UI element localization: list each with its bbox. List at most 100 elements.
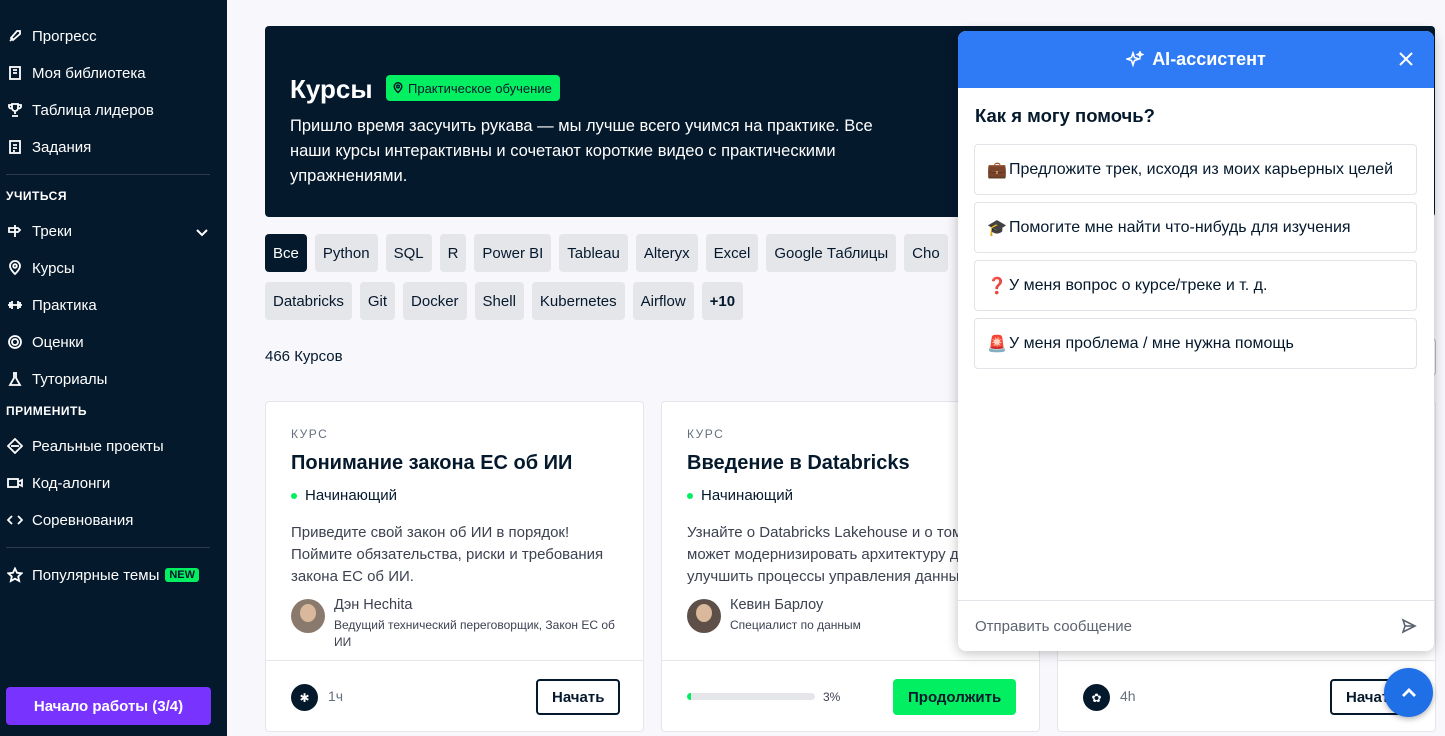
filter-chip[interactable]: Kubernetes bbox=[531, 282, 625, 320]
filter-chip[interactable]: Docker bbox=[403, 282, 467, 320]
sidebar-item-popular-topics[interactable]: Популярные темы NEW bbox=[6, 563, 200, 587]
technology-icon: ✿ bbox=[1083, 684, 1110, 711]
sidebar-item-assignments[interactable]: Задания bbox=[6, 135, 91, 159]
practice-badge: Практическое обучение bbox=[386, 75, 560, 101]
card-title[interactable]: Введение в Databricks bbox=[687, 452, 910, 475]
ai-option-label: Предложите трек, исходя из моих карьерны… bbox=[1009, 160, 1393, 178]
card-duration: 4h bbox=[1120, 688, 1136, 704]
filter-chip[interactable]: Airflow bbox=[632, 282, 694, 320]
sidebar-divider bbox=[6, 547, 210, 548]
close-icon[interactable] bbox=[1398, 51, 1414, 67]
sidebar-item-assessments[interactable]: Оценки bbox=[6, 330, 84, 354]
more-filters-chip[interactable]: +10 bbox=[701, 282, 744, 320]
sidebar-item-leaderboard[interactable]: Таблица лидеров bbox=[6, 98, 154, 122]
sidebar-item-codealongs[interactable]: Код-алонги bbox=[6, 471, 110, 495]
sidebar-item-label: Таблица лидеров bbox=[32, 101, 154, 119]
filter-chip[interactable]: Python bbox=[314, 234, 378, 272]
sidebar-item-label: Моя библиотека bbox=[32, 64, 146, 82]
filter-chip[interactable]: SQL bbox=[385, 234, 432, 272]
ai-assistant-title: AI-ассистент bbox=[1152, 49, 1266, 69]
technology-icon: ✱ bbox=[291, 684, 318, 711]
sidebar-item-label: Практика bbox=[32, 296, 97, 314]
filter-row-1: Все Python SQL R Power BI Tableau Altery… bbox=[265, 234, 948, 272]
filter-chip[interactable]: Git bbox=[359, 282, 396, 320]
chevron-up-icon bbox=[1401, 687, 1416, 697]
sidebar: Прогресс Моя библиотека Таблица лидеров … bbox=[0, 0, 227, 736]
sidebar-item-label: Популярные темы bbox=[32, 566, 160, 584]
card-divider bbox=[662, 660, 1039, 661]
sidebar-item-library[interactable]: Моя библиотека bbox=[6, 61, 146, 85]
filter-chip[interactable]: Excel bbox=[705, 234, 759, 272]
ai-message-input[interactable]: Отправить сообщение bbox=[958, 600, 1434, 651]
graduation-cap-icon: 🎓 bbox=[987, 219, 1007, 237]
level-dot bbox=[687, 492, 693, 499]
card-level: Начинающий bbox=[291, 487, 397, 504]
trophy-icon bbox=[6, 101, 24, 119]
course-card[interactable]: КУРС Понимание закона ЕС об ИИ Начинающи… bbox=[265, 401, 644, 732]
sidebar-item-label: Соревнования bbox=[32, 511, 134, 529]
avatar bbox=[291, 599, 325, 633]
card-divider bbox=[266, 660, 643, 661]
sidebar-item-label: Реальные проекты bbox=[32, 437, 164, 455]
practice-badge-label: Практическое обучение bbox=[408, 80, 552, 96]
continue-course-button[interactable]: Продолжить bbox=[893, 679, 1017, 715]
location-icon bbox=[6, 259, 24, 277]
page-title: Курсы bbox=[290, 74, 373, 104]
filter-chip[interactable]: Tableau bbox=[559, 234, 628, 272]
filter-chip[interactable]: Google Таблицы bbox=[766, 234, 897, 272]
filter-chip[interactable]: Все bbox=[265, 234, 307, 272]
sidebar-item-label: Оценки bbox=[32, 333, 84, 351]
filter-chip[interactable]: Alteryx bbox=[635, 234, 698, 272]
card-kicker: КУРС bbox=[687, 427, 725, 441]
sidebar-item-tracks[interactable]: Треки bbox=[6, 219, 72, 243]
filter-chip[interactable]: Power BI bbox=[474, 234, 552, 272]
video-icon bbox=[6, 474, 24, 492]
filter-chip[interactable]: R bbox=[439, 234, 467, 272]
sidebar-item-progress[interactable]: Прогресс bbox=[6, 24, 97, 48]
sidebar-item-label: Задания bbox=[32, 138, 92, 156]
card-kicker: КУРС bbox=[291, 427, 329, 441]
get-started-button[interactable]: Начало работы (3/4) bbox=[6, 687, 211, 725]
sidebar-item-tutorials[interactable]: Туториалы bbox=[6, 367, 107, 391]
ai-option-career-track[interactable]: 💼 Предложите трек, исходя из моих карьерн… bbox=[974, 144, 1417, 195]
ai-option-problem[interactable]: 🚨 У меня проблема / мне нужна помощь bbox=[974, 318, 1417, 369]
question-mark-icon: ❓ bbox=[987, 277, 1007, 295]
ai-assistant-panel: AI-ассистент Как я могу помочь? 💼 Предлож… bbox=[958, 31, 1434, 651]
ai-question: Как я могу помочь? bbox=[975, 105, 1155, 126]
ai-option-find-learning[interactable]: 🎓 Помогите мне найти что-нибудь для изуче… bbox=[974, 202, 1417, 253]
author-name: Дэн Hechita bbox=[334, 597, 413, 613]
dumbbell-icon bbox=[6, 296, 24, 314]
start-course-button[interactable]: Начать bbox=[536, 679, 621, 715]
chevron-down-icon[interactable] bbox=[194, 224, 210, 240]
results-count: 466 Курсов bbox=[265, 348, 343, 365]
filter-chip[interactable]: Cho bbox=[904, 234, 948, 272]
avatar bbox=[687, 599, 721, 633]
send-icon[interactable] bbox=[1401, 618, 1417, 634]
ai-option-question[interactable]: ❓ У меня вопрос о курсе/треке и т. д. bbox=[974, 260, 1417, 311]
ai-option-label: Помогите мне найти что-нибудь для изучен… bbox=[1009, 218, 1351, 236]
ai-option-label: У меня вопрос о курсе/треке и т. д. bbox=[1009, 276, 1268, 294]
section-label-apply: ПРИМЕНИТЬ bbox=[6, 404, 87, 418]
new-badge: NEW bbox=[165, 568, 200, 582]
filter-chip[interactable]: Shell bbox=[474, 282, 524, 320]
sidebar-item-label: Код-алонги bbox=[32, 474, 111, 492]
card-divider bbox=[1058, 660, 1435, 661]
ai-assistant-header: AI-ассистент bbox=[958, 31, 1434, 88]
sidebar-item-courses[interactable]: Курсы bbox=[6, 256, 75, 280]
card-title[interactable]: Понимание закона ЕС об ИИ bbox=[291, 452, 572, 475]
briefcase-icon: 💼 bbox=[987, 161, 1007, 179]
bookmark-icon bbox=[6, 64, 24, 82]
section-label-learn: УЧИТЬСЯ bbox=[6, 189, 67, 203]
scroll-to-top-button[interactable] bbox=[1384, 668, 1433, 717]
sidebar-item-projects[interactable]: Реальные проекты bbox=[6, 434, 164, 458]
assessment-icon bbox=[6, 333, 24, 351]
sparkle-icon bbox=[1126, 50, 1145, 68]
progress-fill bbox=[687, 693, 691, 700]
filter-row-2: Databricks Git Docker Shell Kubernetes A… bbox=[265, 282, 744, 320]
filter-chips: Все Python SQL R Power BI Tableau Altery… bbox=[265, 234, 965, 334]
author-role: Ведущий технический переговорщик, Закон … bbox=[334, 618, 615, 649]
sidebar-item-practice[interactable]: Практика bbox=[6, 293, 97, 317]
sidebar-item-competitions[interactable]: Соревнования bbox=[6, 508, 133, 532]
filter-chip[interactable]: Databricks bbox=[265, 282, 352, 320]
location-icon bbox=[393, 82, 403, 94]
